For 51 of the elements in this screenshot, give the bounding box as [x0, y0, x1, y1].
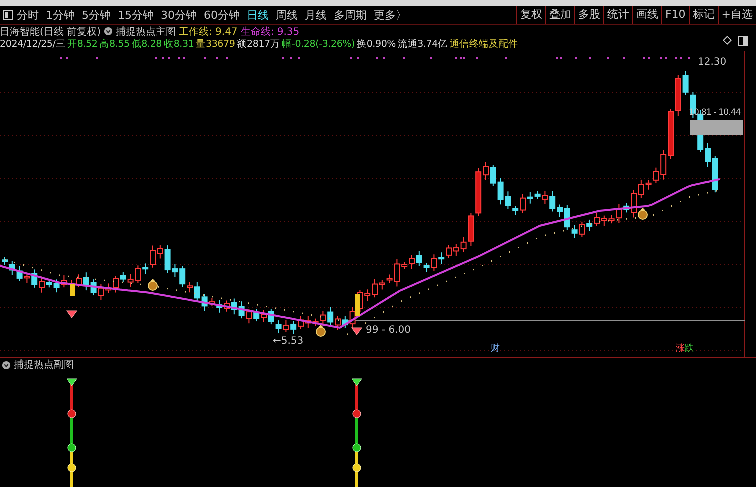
quote-value: 低8.28: [132, 38, 162, 51]
panel-toggle-icon[interactable]: [738, 36, 748, 46]
sub-chart-title: 捕捉热点副图: [14, 358, 74, 372]
toolbar-button[interactable]: 叠加: [545, 6, 574, 24]
period-tab[interactable]: 1分钟: [46, 8, 75, 22]
period-tab[interactable]: 分时: [17, 8, 39, 22]
layout-icon[interactable]: [3, 10, 13, 20]
quote-value: 通信终端及配件: [450, 38, 518, 51]
indicator-value: 生命线: 9.35: [240, 26, 300, 38]
signal-candle: [70, 284, 75, 296]
event-marker[interactable]: 涨: [676, 344, 685, 354]
period-tab[interactable]: 60分钟: [204, 8, 240, 22]
quote-value: 幅-0.28(-3.26%): [282, 38, 356, 51]
price-range-box: [690, 120, 743, 135]
quote-value: 收8.31: [164, 38, 194, 51]
period-tab[interactable]: 5分钟: [82, 8, 111, 22]
indicator-name: 捕捉热点主图: [116, 26, 176, 38]
toolbar-button[interactable]: +自选: [718, 6, 756, 24]
quote-value: 2024/12/25/三: [0, 38, 66, 51]
quote-value: 开8.52: [68, 38, 98, 51]
stock-name: 日海智能(日线 前复权): [0, 26, 101, 38]
quote-value: 量33679: [196, 38, 236, 51]
signal-candle: [355, 294, 360, 316]
period-tab[interactable]: 15分钟: [118, 8, 154, 22]
event-marker[interactable]: 财: [491, 344, 500, 354]
toolbar-button[interactable]: 统计: [603, 6, 632, 24]
price-label: 99 - 6.00: [366, 325, 411, 336]
quote-value: 流通3.74亿: [398, 38, 448, 51]
period-tab[interactable]: 多周期: [334, 8, 367, 22]
price-label: ←5.53: [273, 336, 304, 347]
event-marker[interactable]: 跌: [685, 344, 694, 354]
toolbar-button[interactable]: 多股: [574, 6, 604, 24]
quote-value: 换0.90%: [357, 38, 396, 51]
toolbar-button[interactable]: 画线: [632, 6, 662, 24]
quote-value: 高8.55: [100, 38, 130, 51]
settings-icon[interactable]: [104, 27, 113, 36]
indicator-value: 工作线: 9.47: [178, 26, 238, 38]
settings-icon[interactable]: [2, 360, 11, 370]
period-tab[interactable]: 更多〉: [374, 8, 407, 22]
period-tab[interactable]: 日线: [247, 8, 269, 22]
period-tab[interactable]: 周线: [276, 8, 298, 22]
period-tab[interactable]: 月线: [305, 8, 327, 22]
money-bag-icon: [638, 208, 648, 220]
toolbar-button[interactable]: 复权: [516, 6, 546, 24]
money-bag-icon: [316, 325, 326, 337]
toolbar-button[interactable]: 标记: [688, 6, 718, 24]
quote-value: 额2817万: [237, 38, 280, 51]
period-tab[interactable]: 30分钟: [161, 8, 197, 22]
money-bag-icon: [148, 279, 158, 291]
toolbar-button[interactable]: F10: [661, 6, 689, 24]
price-label: 12.30: [698, 57, 727, 68]
